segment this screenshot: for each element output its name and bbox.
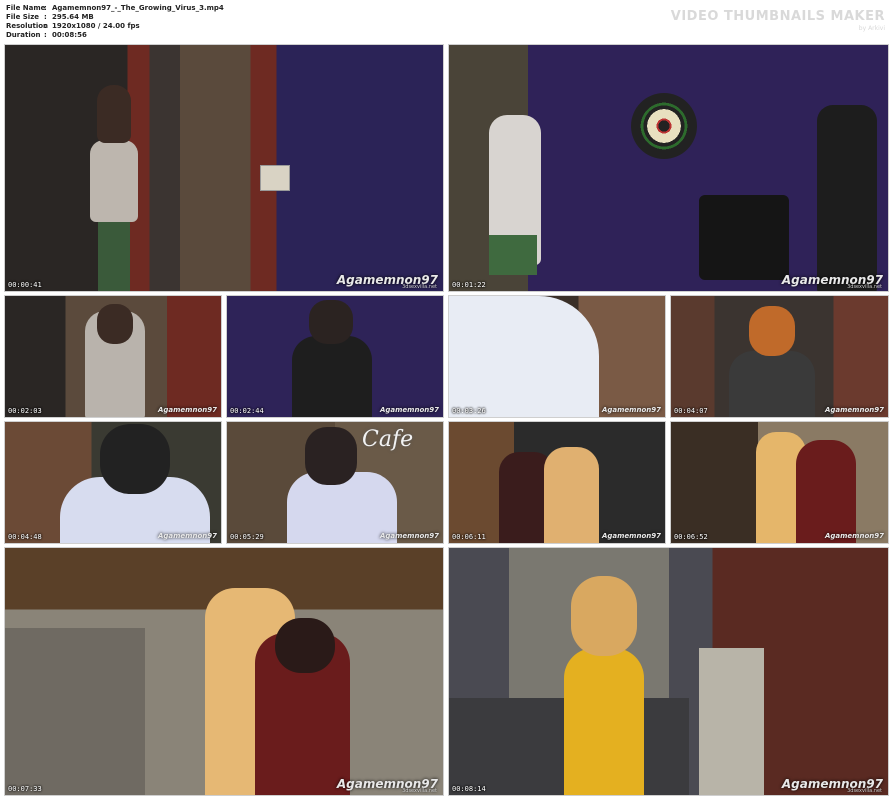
timestamp: 00:03:26 (452, 407, 486, 415)
watermark-sub: 3dsexvilla.net (847, 788, 882, 794)
refrigerator (5, 628, 145, 795)
timestamp: 00:06:11 (452, 533, 486, 541)
brand-logo: VIDEO THUMBNAILS MAKER by Arkivi (671, 9, 885, 32)
thumbnail-9[interactable]: 00:06:11 Agamemnon97 3dsexvilla.net (448, 421, 666, 544)
watermark: Agamemnon97 (601, 532, 661, 540)
duration-label: Duration (6, 31, 41, 39)
thumbnail-12[interactable]: 00:08:14 Agamemnon97 3dsexvilla.net (448, 547, 889, 796)
duration-value: 00:08:56 (52, 31, 87, 39)
figure-shirt (449, 296, 599, 417)
watermark: Agamemnon97 (379, 532, 439, 540)
watermark-sub: 3dsexvilla.net (847, 284, 882, 290)
dartboard (631, 93, 697, 159)
watermark-sub: 3dsexvilla.net (402, 284, 437, 290)
separator: : (44, 13, 47, 21)
thumbnail-5[interactable]: 00:03:26 Agamemnon97 3dsexvilla.net (448, 295, 666, 418)
figure-female (544, 447, 599, 543)
resolution-value: 1920x1080 / 24.00 fps (52, 22, 140, 30)
file-info-header: File Name: Agamemnon97_-_The_Growing_Viru… (0, 0, 893, 42)
figure-left-shorts (489, 235, 537, 275)
thumbnail-4[interactable]: 00:02:44 Agamemnon97 3dsexvilla.net (226, 295, 444, 418)
thumbnail-11[interactable]: 00:07:33 Agamemnon97 3dsexvilla.net (4, 547, 444, 796)
brand-subtitle: by Arkivi (858, 25, 885, 32)
figure-shirt (90, 140, 138, 222)
file-size-row: File Size:295.64 MB (6, 13, 94, 22)
watermark: Agamemnon97 (157, 532, 217, 540)
watermark: Agamemnon97 (824, 406, 884, 414)
timestamp: 00:02:03 (8, 407, 42, 415)
thumbnail-1[interactable]: 00:00:41 Agamemnon97 3dsexvilla.net (4, 44, 444, 292)
figure-head (97, 85, 131, 143)
thumbnail-6[interactable]: 00:04:07 Agamemnon97 3dsexvilla.net (670, 295, 889, 418)
figure-head (305, 427, 357, 485)
thumbnail-10[interactable]: 00:06:52 Agamemnon97 3dsexvilla.net (670, 421, 889, 544)
figure-head (100, 424, 170, 494)
figure (729, 351, 815, 417)
timestamp: 00:05:29 (230, 533, 264, 541)
timestamp: 00:00:41 (8, 281, 42, 289)
watermark: Agamemnon97 (601, 406, 661, 414)
timestamp: 00:04:48 (8, 533, 42, 541)
figure-head (309, 300, 353, 344)
separator: : (44, 22, 47, 30)
resolution-label: Resolution (6, 22, 49, 30)
scene-doorway (5, 45, 443, 291)
light-switch (260, 165, 290, 191)
figure-outfit (564, 648, 644, 795)
thumbnail-3[interactable]: 00:02:03 Agamemnon97 3dsexvilla.net (4, 295, 222, 418)
timestamp: 00:07:33 (8, 785, 42, 793)
gaming-chair (699, 195, 789, 280)
figure-head (97, 304, 133, 344)
timestamp: 00:06:52 (674, 533, 708, 541)
watermark: Agamemnon97 (157, 406, 217, 414)
thumbnail-8[interactable]: Cafe 00:05:29 Agamemnon97 3dsexvilla.net (226, 421, 444, 544)
figure-male (796, 440, 856, 543)
cafe-sign: Cafe (362, 427, 414, 452)
watermark-sub: 3dsexvilla.net (402, 788, 437, 794)
figure-shorts (98, 215, 130, 291)
figure (292, 336, 372, 417)
figure-male-head (275, 618, 335, 673)
brand-title: VIDEO THUMBNAILS MAKER (670, 9, 885, 24)
resolution-row: Resolution: 1920x1080 / 24.00 fps (6, 22, 140, 31)
watermark: Agamemnon97 (379, 406, 439, 414)
timestamp: 00:01:22 (452, 281, 486, 289)
figure-head (749, 306, 795, 356)
file-name-value: Agamemnon97_-_The_Growing_Virus_3.mp4 (52, 4, 224, 12)
timestamp: 00:08:14 (452, 785, 486, 793)
figure-head (571, 576, 637, 656)
file-size-value: 295.64 MB (52, 13, 94, 21)
thumbnail-7[interactable]: 00:04:48 Agamemnon97 3dsexvilla.net (4, 421, 222, 544)
timestamp: 00:02:44 (230, 407, 264, 415)
file-name-row: File Name: Agamemnon97_-_The_Growing_Viru… (6, 4, 224, 13)
duration-row: Duration:00:08:56 (6, 31, 87, 40)
separator: : (44, 4, 47, 12)
separator: : (44, 31, 47, 39)
timestamp: 00:04:07 (674, 407, 708, 415)
door (699, 648, 764, 795)
watermark: Agamemnon97 (824, 532, 884, 540)
file-name-label: File Name (6, 4, 46, 12)
file-size-label: File Size (6, 13, 40, 21)
figure-right (817, 105, 877, 291)
thumbnail-2[interactable]: 00:01:22 Agamemnon97 3dsexvilla.net (448, 44, 889, 292)
